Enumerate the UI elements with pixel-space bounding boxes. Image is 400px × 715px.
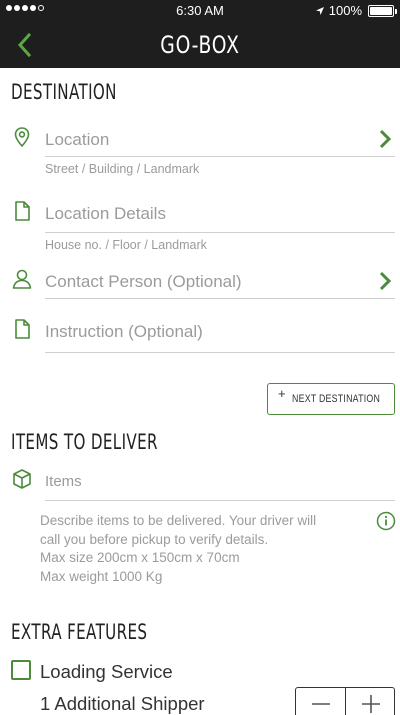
location-details-underline (45, 232, 395, 233)
page-title: GO-BOX (160, 31, 240, 59)
destination-section-title: DESTINATION (11, 80, 117, 104)
document-icon (15, 319, 30, 339)
additional-shipper-label: 1 Additional Shipper (40, 693, 205, 714)
items-description-line: Max weight 1000 Kg (40, 568, 163, 584)
location-label: Location (45, 130, 110, 149)
location-underline (45, 156, 395, 157)
next-destination-button[interactable]: + NEXT DESTINATION (267, 383, 395, 415)
location-hint: Street / Building / Landmark (45, 162, 200, 176)
chevron-right-icon[interactable] (377, 270, 393, 292)
booking-form: DESTINATION Location Street / Building /… (0, 68, 400, 715)
location-pin-icon (14, 127, 30, 148)
person-icon (12, 269, 32, 289)
instruction-underline (45, 352, 395, 353)
status-bar: 6:30 AM 100% (0, 0, 400, 22)
location-arrow-icon (315, 6, 324, 15)
minus-icon (312, 703, 330, 705)
info-icon[interactable] (376, 511, 396, 531)
extra-features-section-title: EXTRA FEATURES (11, 620, 148, 644)
navigation-bar: GO-BOX (0, 22, 400, 68)
battery-percent: 100% (328, 3, 362, 18)
items-description: Describe items to be delivered. Your dri… (40, 512, 360, 586)
shipper-quantity-stepper (295, 687, 395, 715)
location-details-label: Location Details (45, 204, 166, 223)
contact-person-label: Contact Person (Optional) (45, 272, 242, 291)
increment-button[interactable] (346, 688, 396, 715)
next-destination-label: NEXT DESTINATION (292, 393, 381, 405)
decrement-button[interactable] (296, 688, 346, 715)
document-icon (15, 201, 30, 221)
items-description-line: Max size 200cm x 150cm x 70cm (40, 550, 240, 565)
items-description-line: Describe items to be delivered. Your dri… (40, 513, 317, 528)
location-details-hint: House no. / Floor / Landmark (45, 238, 207, 252)
items-section-title: ITEMS TO DELIVER (11, 430, 158, 454)
battery-icon (368, 4, 397, 17)
plus-icon (362, 695, 380, 713)
items-underline (45, 500, 395, 501)
chevron-right-icon[interactable] (377, 128, 393, 150)
contact-person-underline (45, 298, 395, 299)
status-right: 100% (315, 3, 397, 18)
plus-icon: + (278, 386, 286, 401)
back-button[interactable] (12, 30, 40, 60)
box-icon (13, 469, 31, 489)
items-label: Items (45, 473, 82, 490)
loading-service-label: Loading Service (40, 661, 173, 682)
chevron-left-icon (17, 32, 32, 58)
instruction-label: Instruction (Optional) (45, 322, 203, 341)
loading-service-checkbox[interactable] (11, 660, 31, 680)
items-description-line: call you before pickup to verify details… (40, 531, 269, 547)
